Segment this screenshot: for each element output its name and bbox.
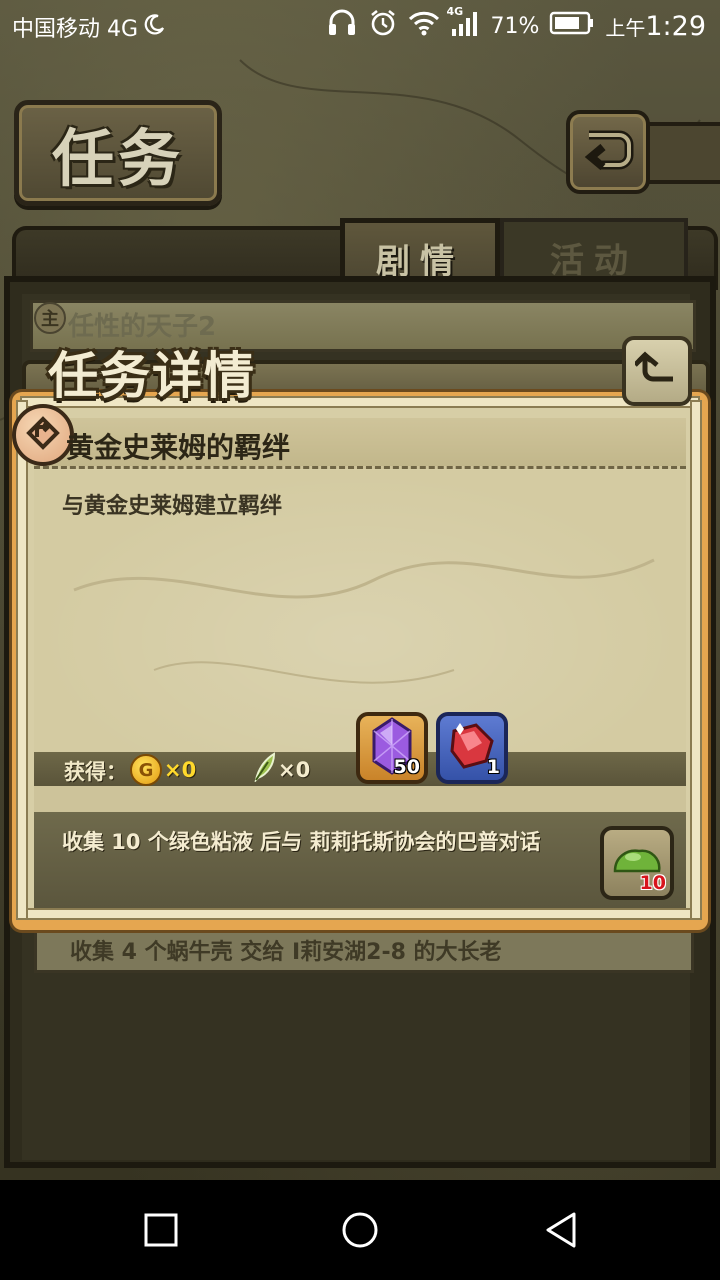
- status-right: 4G 71% 上午1:29: [326, 5, 706, 44]
- dialog-rail: [20, 908, 700, 920]
- dialog-rail: [690, 400, 702, 920]
- network-type-label: 4G: [446, 5, 464, 18]
- recents-button[interactable]: [141, 1212, 181, 1252]
- battery-icon: [549, 11, 595, 41]
- header-right-rail: [640, 122, 720, 184]
- signal-icon: 4G: [446, 5, 480, 43]
- quest-name: 黄金史莱姆的羁绊: [66, 431, 291, 464]
- carrier-label: 中国移动 4G: [12, 17, 139, 42]
- circle-icon: [340, 1210, 380, 1254]
- next-step-text: 收集 10 个绿色粘液 后与 莉莉托斯协会的巴普对话: [62, 830, 541, 854]
- tab-event-label: 活动: [550, 240, 638, 281]
- main-quest-badge: 主: [34, 302, 66, 334]
- return-icon: [581, 125, 635, 179]
- dialog-divider-strip: [34, 786, 686, 814]
- return-button[interactable]: [566, 110, 650, 194]
- moon-icon: [144, 13, 166, 41]
- coin-reward-value: ×0: [164, 758, 197, 782]
- item-count: 10: [639, 872, 666, 894]
- reward-item-ruby[interactable]: 1: [436, 712, 508, 784]
- return-icon: [633, 349, 679, 393]
- item-count: 1: [486, 756, 500, 778]
- wifi-icon: [408, 10, 440, 42]
- required-item-slime[interactable]: 10: [600, 826, 674, 900]
- ampm-label: 上午: [605, 15, 646, 40]
- reward-item-crystal[interactable]: 50: [356, 712, 428, 784]
- quest-list-item-title: 收集 4 个蜗牛壳 交给 I莉安湖2-8 的大长老: [70, 940, 502, 965]
- status-left: 中国移动 4G: [12, 11, 166, 43]
- dialog-rail: [16, 400, 28, 920]
- alarm-icon: [368, 8, 398, 44]
- headset-icon: [326, 8, 358, 44]
- square-icon: [143, 1212, 179, 1252]
- dialog-close-button[interactable]: [622, 336, 692, 406]
- reward-label: 获得：: [64, 760, 127, 784]
- status-bar: 中国移动 4G 4G 71% 上午1:29: [0, 0, 720, 50]
- clock-time: 1:29: [645, 10, 706, 42]
- quest-type-badge: [12, 404, 74, 466]
- page-title-plate: 任务: [14, 100, 222, 206]
- feather-reward-value: ×0: [278, 758, 311, 782]
- diamond-arrow-icon: [25, 415, 61, 455]
- triangle-back-icon: [542, 1210, 578, 1254]
- battery-percent: 71%: [490, 13, 540, 39]
- page-title: 任务: [51, 122, 184, 195]
- feather-icon: [252, 752, 278, 784]
- quest-description: 与黄金史莱姆建立羁绊: [62, 494, 283, 519]
- coin-icon: G: [130, 754, 162, 786]
- back-button[interactable]: [540, 1212, 580, 1252]
- home-button[interactable]: [340, 1212, 380, 1252]
- item-count: 50: [393, 756, 420, 778]
- dialog-title: 任务详情: [48, 347, 256, 405]
